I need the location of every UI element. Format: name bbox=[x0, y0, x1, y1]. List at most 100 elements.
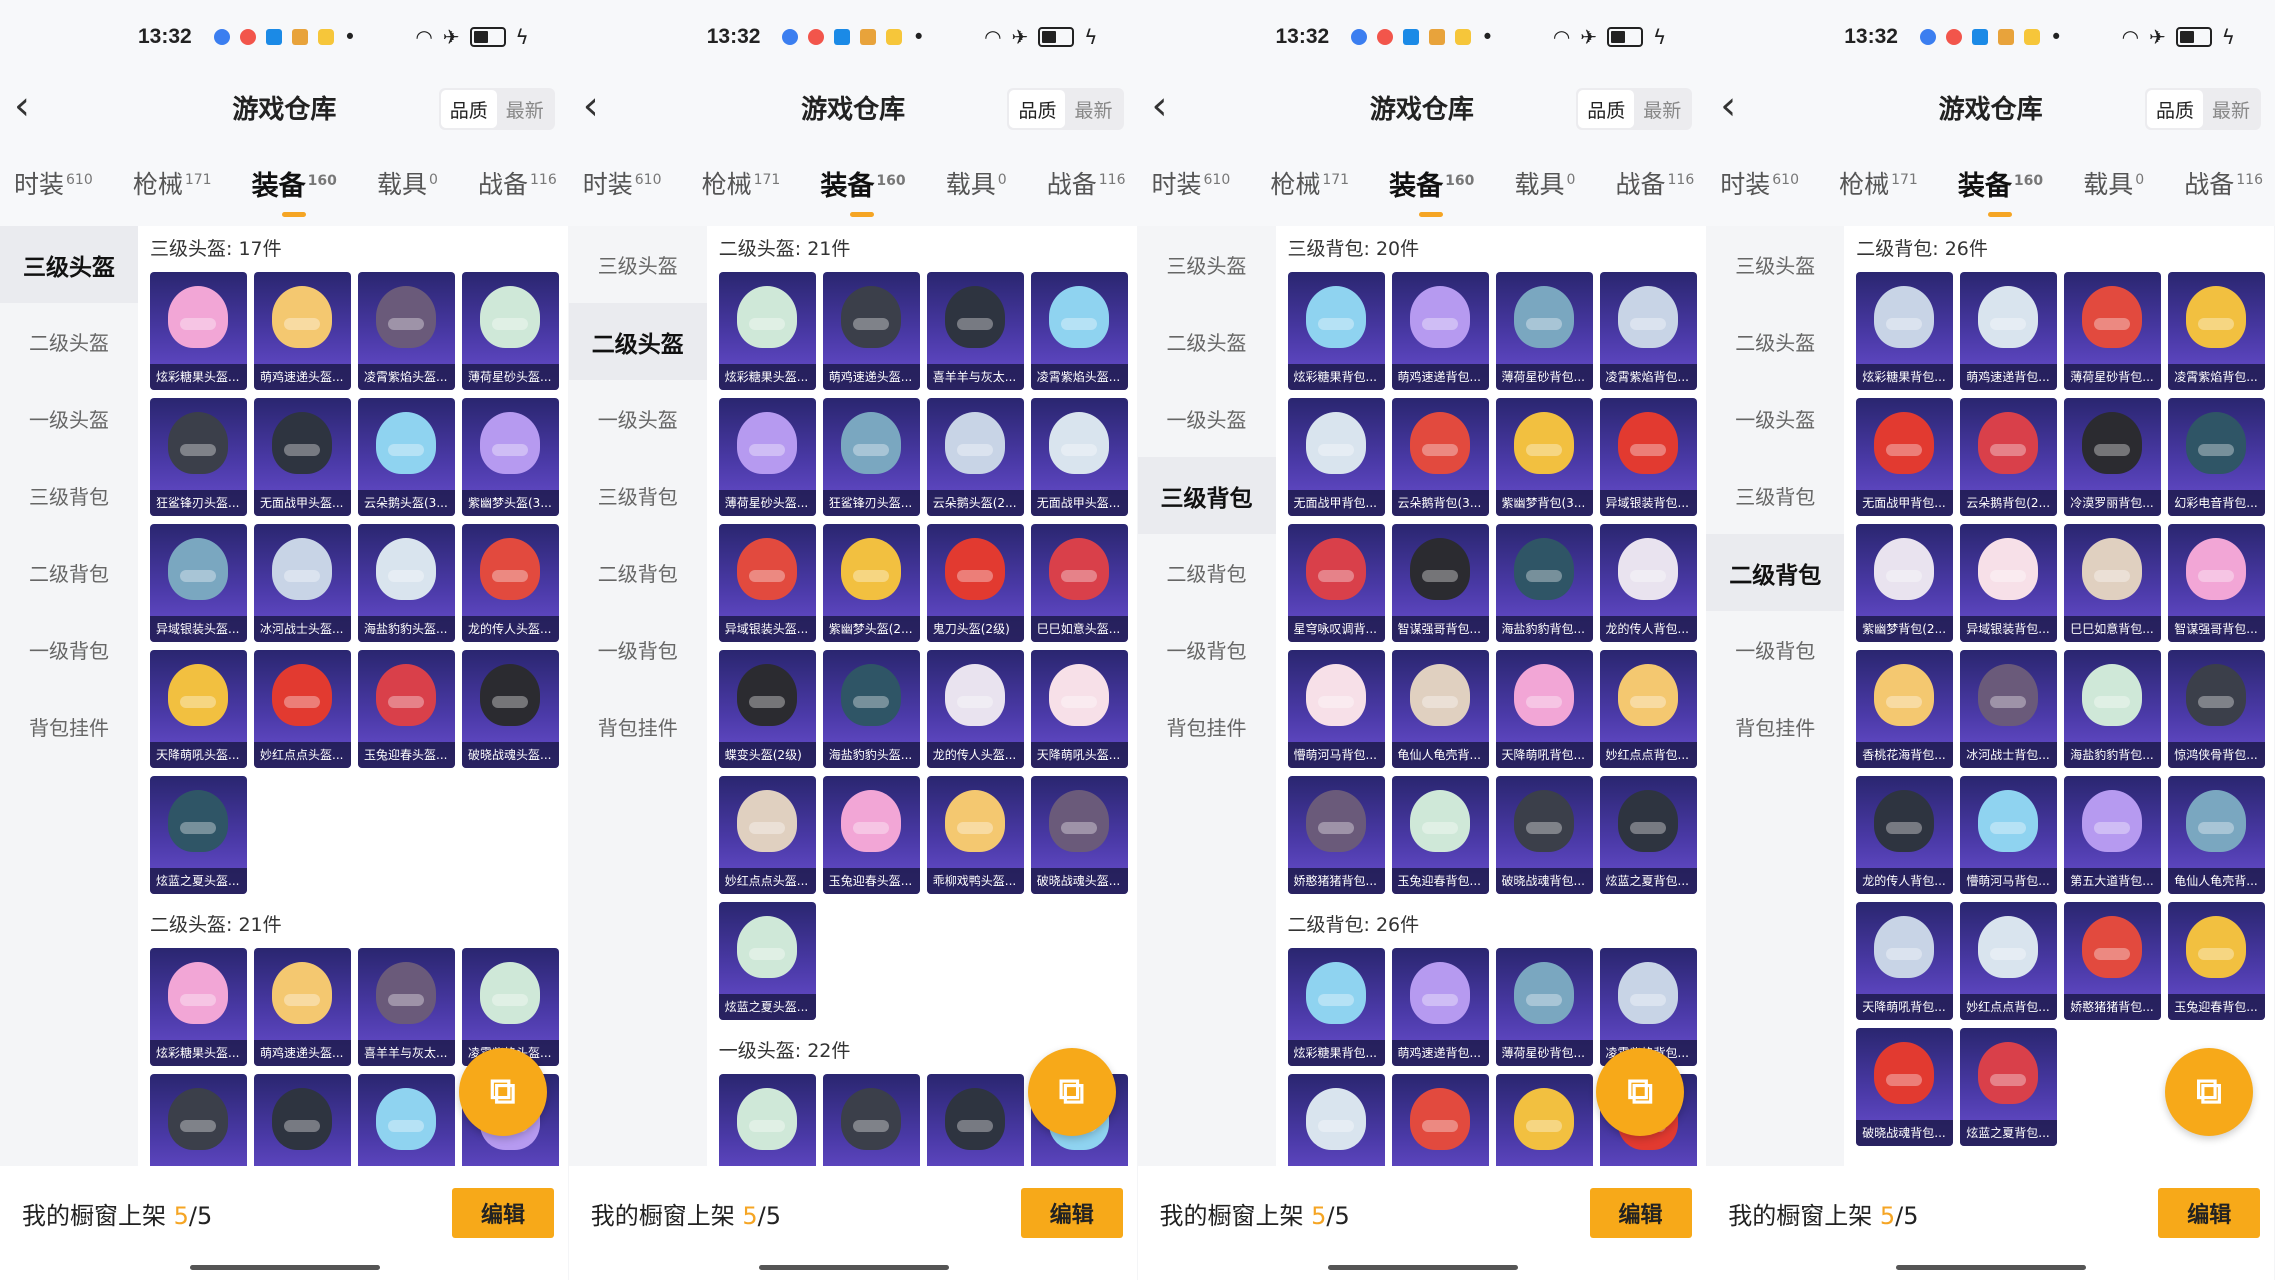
item-card[interactable]: 懵萌河马背包... bbox=[1287, 650, 1385, 768]
item-card[interactable]: 破晓战魂头盔... bbox=[1030, 776, 1128, 894]
item-card[interactable]: 紫幽梦头盔(3... bbox=[462, 398, 559, 516]
item-card[interactable]: 炫蓝之夏头盔... bbox=[150, 776, 247, 894]
sidebar-item-5[interactable]: 一级背包 bbox=[0, 611, 138, 688]
sidebar-item-4[interactable]: 二级背包 bbox=[0, 534, 138, 611]
item-card[interactable]: 炫蓝之夏背包... bbox=[1599, 776, 1697, 894]
item-card[interactable]: 玉兔迎春头盔... bbox=[358, 650, 455, 768]
item-card[interactable]: 萌鸡速递头盔... bbox=[254, 272, 351, 390]
item-card[interactable] bbox=[926, 1074, 1024, 1166]
item-card[interactable]: 妙红点点头盔... bbox=[718, 776, 816, 894]
item-card[interactable]: 薄荷星砂背包... bbox=[1495, 948, 1593, 1066]
sidebar-item-1[interactable]: 二级头盔 bbox=[1138, 303, 1276, 380]
item-card[interactable]: 巳巳如意头盔... bbox=[1030, 524, 1128, 642]
tab-2[interactable]: 装备 160 bbox=[1958, 164, 2043, 217]
item-card[interactable]: 无面战甲头盔... bbox=[254, 398, 351, 516]
item-card[interactable]: 凌霄紫焰头盔... bbox=[1030, 272, 1128, 390]
item-card[interactable]: 冰河战士背包... bbox=[1960, 650, 2058, 768]
item-card[interactable]: 玉兔迎春背包... bbox=[1391, 776, 1489, 894]
item-card[interactable]: 龟仙人龟壳背... bbox=[2168, 776, 2266, 894]
edit-button[interactable]: 编辑 bbox=[452, 1188, 554, 1238]
item-card[interactable]: 幻彩电音背包... bbox=[2168, 398, 2266, 516]
item-card[interactable]: 萌鸡速递背包... bbox=[1391, 272, 1489, 390]
item-card[interactable]: 炫彩糖果背包... bbox=[1856, 272, 1954, 390]
tab-0[interactable]: 时装 610 bbox=[1720, 165, 1799, 201]
share-fab-button[interactable]: ⧉ bbox=[458, 1048, 547, 1136]
tab-4[interactable]: 战备 116 bbox=[478, 165, 557, 201]
item-card[interactable]: 妙红点点头盔... bbox=[254, 650, 351, 768]
item-card[interactable] bbox=[1391, 1074, 1489, 1166]
back-arrow-icon[interactable]: ‹ bbox=[583, 86, 599, 126]
item-card[interactable]: 炫彩糖果头盔... bbox=[150, 948, 247, 1066]
tab-3[interactable]: 载具 0 bbox=[2083, 165, 2144, 201]
item-card[interactable]: 懵萌河马背包... bbox=[1960, 776, 2058, 894]
sort-quality-button[interactable]: 品质 bbox=[2146, 90, 2203, 128]
item-card[interactable] bbox=[1495, 1074, 1593, 1166]
item-card[interactable]: 薄荷星砂背包... bbox=[1495, 272, 1593, 390]
item-card[interactable]: 异域银装头盔... bbox=[150, 524, 247, 642]
item-card[interactable]: 香桃花海背包... bbox=[1856, 650, 1954, 768]
sidebar-item-6[interactable]: 背包挂件 bbox=[0, 688, 138, 765]
sidebar-item-3[interactable]: 三级背包 bbox=[0, 457, 138, 534]
item-card[interactable]: 冷漠罗丽背包... bbox=[2064, 398, 2162, 516]
tab-3[interactable]: 载具 0 bbox=[1514, 165, 1575, 201]
tab-1[interactable]: 枪械 171 bbox=[1270, 165, 1349, 201]
item-card[interactable]: 凌霄紫焰头盔... bbox=[358, 272, 455, 390]
sidebar-item-1[interactable]: 二级头盔 bbox=[568, 303, 707, 380]
item-card[interactable]: 乖柳戏鸭头盔... bbox=[926, 776, 1024, 894]
item-card[interactable]: 炫彩糖果头盔... bbox=[718, 272, 816, 390]
sidebar-item-6[interactable]: 背包挂件 bbox=[569, 688, 707, 765]
tab-2[interactable]: 装备 160 bbox=[1389, 164, 1474, 217]
item-card[interactable]: 无面战甲头盔... bbox=[1030, 398, 1128, 516]
item-card[interactable]: 紫幽梦头盔(2... bbox=[822, 524, 920, 642]
item-card[interactable]: 惊鸿侠骨背包... bbox=[2168, 650, 2266, 768]
sort-quality-button[interactable]: 品质 bbox=[440, 90, 497, 128]
item-card[interactable]: 无面战甲背包... bbox=[1287, 398, 1385, 516]
item-card[interactable]: 萌鸡速递头盔... bbox=[822, 272, 920, 390]
item-card[interactable] bbox=[1287, 1074, 1385, 1166]
item-card[interactable]: 萌鸡速递背包... bbox=[1960, 272, 2058, 390]
tab-3[interactable]: 载具 0 bbox=[377, 165, 438, 201]
item-card[interactable]: 萌鸡速递头盔... bbox=[254, 948, 351, 1066]
sidebar-item-2[interactable]: 一级头盔 bbox=[1138, 380, 1276, 457]
sidebar-item-2[interactable]: 一级头盔 bbox=[1706, 380, 1844, 457]
item-card[interactable]: 智谋强哥背包... bbox=[2168, 524, 2266, 642]
item-card[interactable] bbox=[254, 1074, 351, 1166]
item-card[interactable]: 紫幽梦背包(3... bbox=[1495, 398, 1593, 516]
item-card[interactable]: 海盐豹豹背包... bbox=[2064, 650, 2162, 768]
item-card[interactable]: 鬼刀头盔(2级) bbox=[926, 524, 1024, 642]
item-card[interactable]: 龙的传人头盔... bbox=[926, 650, 1024, 768]
sort-latest-button[interactable]: 最新 bbox=[2203, 90, 2259, 128]
item-card[interactable]: 第五大道背包... bbox=[2064, 776, 2162, 894]
item-card[interactable]: 异域银装头盔... bbox=[718, 524, 816, 642]
tab-0[interactable]: 时装 610 bbox=[583, 165, 662, 201]
item-card[interactable]: 破晓战魂头盔... bbox=[462, 650, 559, 768]
item-card[interactable]: 天降萌吼头盔... bbox=[150, 650, 247, 768]
back-arrow-icon[interactable]: ‹ bbox=[1152, 86, 1168, 126]
sort-quality-button[interactable]: 品质 bbox=[1578, 90, 1635, 128]
item-card[interactable]: 薄荷星砂头盔... bbox=[718, 398, 816, 516]
item-card[interactable] bbox=[718, 1074, 816, 1166]
sidebar-item-6[interactable]: 背包挂件 bbox=[1706, 688, 1844, 765]
sidebar-item-0[interactable]: 三级头盔 bbox=[1706, 226, 1844, 303]
sidebar-item-4[interactable]: 二级背包 bbox=[1706, 534, 1845, 611]
tab-4[interactable]: 战备 116 bbox=[1615, 165, 1694, 201]
item-card[interactable]: 炫彩糖果头盔... bbox=[150, 272, 247, 390]
item-card[interactable]: 海盐豹豹头盔... bbox=[822, 650, 920, 768]
sidebar-item-1[interactable]: 二级头盔 bbox=[1706, 303, 1844, 380]
item-card[interactable]: 妙红点点背包... bbox=[1960, 902, 2058, 1020]
item-card[interactable]: 薄荷星砂背包... bbox=[2064, 272, 2162, 390]
item-card[interactable]: 星穹咏叹调背... bbox=[1287, 524, 1385, 642]
tab-0[interactable]: 时装 610 bbox=[1152, 165, 1231, 201]
sidebar-item-4[interactable]: 二级背包 bbox=[569, 534, 707, 611]
item-card[interactable]: 狂鲨锋刃头盔... bbox=[822, 398, 920, 516]
item-card[interactable]: 紫幽梦背包(2... bbox=[1856, 524, 1954, 642]
sidebar-item-1[interactable]: 二级头盔 bbox=[0, 303, 138, 380]
sidebar-item-4[interactable]: 二级背包 bbox=[1138, 534, 1276, 611]
item-card[interactable]: 萌鸡速递背包... bbox=[1391, 948, 1489, 1066]
item-card[interactable]: 智谋强哥背包... bbox=[1391, 524, 1489, 642]
tab-1[interactable]: 枪械 171 bbox=[1839, 165, 1918, 201]
item-card[interactable]: 娇憨猪猪背包... bbox=[1287, 776, 1385, 894]
item-card[interactable]: 异域银装背包... bbox=[1960, 524, 2058, 642]
item-card[interactable]: 娇憨猪猪背包... bbox=[2064, 902, 2162, 1020]
item-card[interactable]: 巳巳如意背包... bbox=[2064, 524, 2162, 642]
